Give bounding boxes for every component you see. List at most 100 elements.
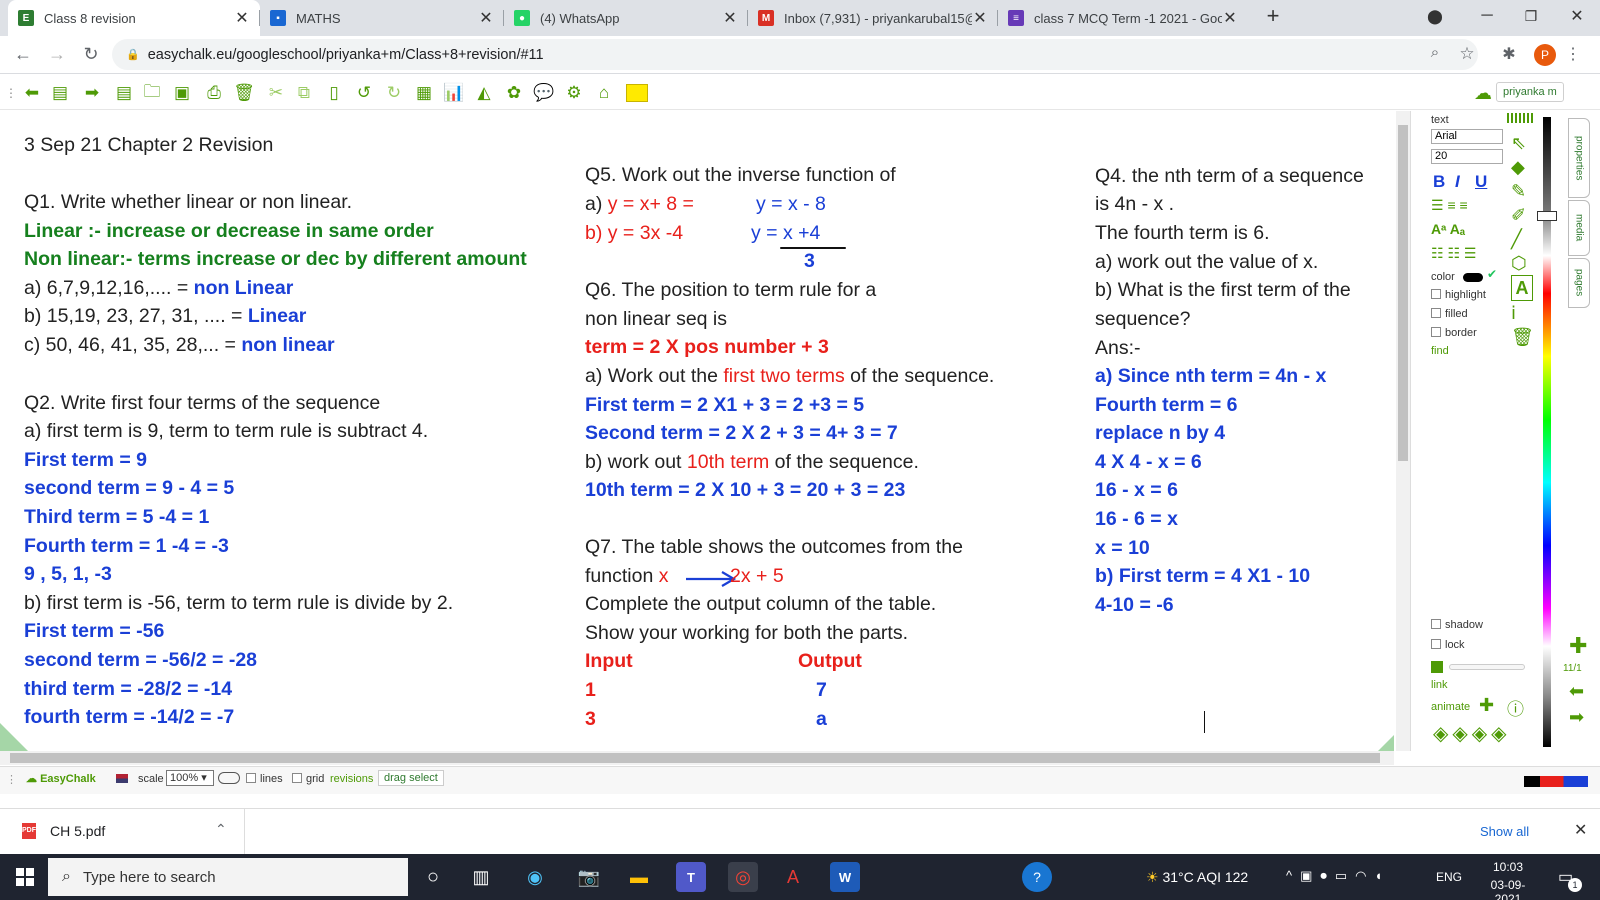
next-page-side-icon[interactable]: ➡ bbox=[1569, 707, 1584, 728]
graph-icon[interactable]: ◭ bbox=[474, 83, 494, 103]
pages-tab[interactable]: pages bbox=[1568, 258, 1590, 308]
shape-tool-icon[interactable]: ⬡ bbox=[1511, 251, 1534, 275]
zoom-icon[interactable]: ⌕ bbox=[1424, 44, 1446, 61]
cortana-icon[interactable]: ○ bbox=[418, 862, 448, 892]
present-icon[interactable]: ⌂ bbox=[594, 83, 614, 103]
teams-icon[interactable]: T bbox=[676, 862, 706, 892]
line-tool-icon[interactable]: ╱ bbox=[1511, 227, 1534, 251]
language-flag-icon[interactable] bbox=[116, 774, 128, 783]
comment-icon[interactable]: 💬 bbox=[533, 83, 554, 103]
filled-option[interactable]: filled bbox=[1431, 308, 1468, 320]
taskbar-search-box[interactable]: ⌕ Type here to search bbox=[48, 858, 408, 896]
scale-select[interactable]: 100% ▾ bbox=[166, 770, 214, 786]
browser-tab[interactable]: E Class 8 revision ✕ bbox=[8, 0, 260, 36]
color-swatch[interactable] bbox=[1463, 273, 1483, 282]
select-arrow-icon[interactable]: ⇖ bbox=[1511, 131, 1534, 155]
color-palette-strip[interactable] bbox=[1524, 776, 1588, 787]
toggle-switch[interactable] bbox=[218, 772, 240, 784]
add-page-icon[interactable]: ✚ bbox=[1569, 633, 1587, 659]
copy-icon[interactable]: ⧉ bbox=[294, 83, 314, 103]
browser-tab[interactable]: ▪ MATHS ✕ bbox=[260, 0, 504, 36]
animate-add-icon[interactable]: ✚ bbox=[1479, 695, 1494, 716]
profile-avatar[interactable]: P bbox=[1534, 44, 1556, 66]
show-all-downloads-button[interactable]: Show all bbox=[1480, 824, 1529, 839]
pen-icon[interactable]: ✎ bbox=[1511, 179, 1534, 203]
marker-icon[interactable]: ✐ bbox=[1511, 203, 1534, 227]
highlight-option[interactable]: highlight bbox=[1431, 289, 1486, 301]
help-icon[interactable]: ? bbox=[1022, 862, 1052, 892]
toolbar-grip-icon[interactable]: ⋮ bbox=[5, 83, 17, 103]
close-tab-icon[interactable]: ✕ bbox=[722, 8, 738, 28]
task-view-icon[interactable]: ▥ bbox=[466, 862, 496, 892]
acrobat-icon[interactable]: A bbox=[778, 862, 808, 892]
vertical-scroll-thumb[interactable] bbox=[1398, 125, 1408, 461]
maximize-button[interactable]: ❐ bbox=[1508, 0, 1554, 32]
next-page-icon[interactable]: ➡ bbox=[82, 83, 102, 103]
clock[interactable]: 10:03 03-09-2021 bbox=[1478, 860, 1538, 900]
new-page-icon[interactable]: ▤ bbox=[114, 83, 134, 103]
panel-grip-icon[interactable] bbox=[1507, 113, 1535, 123]
undo-icon[interactable]: ↺ bbox=[354, 83, 374, 103]
page-corner-left[interactable] bbox=[0, 723, 28, 751]
revisions-link[interactable]: revisions bbox=[330, 773, 373, 785]
font-size-field[interactable]: 20 bbox=[1431, 149, 1503, 164]
browser-tab[interactable]: ≡ class 7 MCQ Term -1 2021 - Goo ✕ bbox=[998, 0, 1248, 36]
text-tool-icon[interactable]: A bbox=[1511, 275, 1533, 301]
border-option[interactable]: border bbox=[1431, 327, 1477, 339]
link-option[interactable]: link bbox=[1431, 679, 1448, 691]
file-explorer-icon[interactable]: ▬ bbox=[624, 862, 654, 892]
camera-app-icon[interactable]: 📷 bbox=[574, 862, 604, 892]
canvas-horizontal-scrollbar[interactable] bbox=[0, 751, 1394, 765]
canvas-vertical-scrollbar[interactable] bbox=[1396, 111, 1410, 751]
download-file-name[interactable]: CH 5.pdf bbox=[50, 823, 105, 839]
bookmark-star-icon[interactable]: ☆ bbox=[1456, 44, 1478, 64]
align-buttons-icon[interactable]: ☰ ≡ ≡ bbox=[1431, 197, 1468, 214]
trash-tool-icon[interactable]: 🗑 bbox=[1511, 325, 1534, 349]
whiteboard-canvas[interactable]: 3 Sep 21 Chapter 2 Revision Q1. Write whe… bbox=[0, 111, 1394, 751]
chart-icon[interactable]: 📊 bbox=[443, 83, 464, 103]
reload-icon[interactable]: ↻ bbox=[80, 44, 102, 65]
close-window-button[interactable]: ✕ bbox=[1554, 0, 1600, 32]
language-indicator[interactable]: ENG bbox=[1436, 870, 1462, 884]
prev-page-side-icon[interactable]: ⬅ bbox=[1569, 681, 1584, 702]
lines-option[interactable]: lines bbox=[246, 773, 283, 785]
paste-icon[interactable]: ▯ bbox=[324, 83, 344, 103]
user-label[interactable]: priyanka m bbox=[1496, 82, 1564, 102]
statusbar-grip-icon[interactable]: ⋮ bbox=[6, 773, 17, 786]
weather-widget[interactable]: ☀ 31°C AQI 122 bbox=[1146, 869, 1248, 886]
text-edit-icon[interactable]: ⅰ bbox=[1511, 301, 1534, 325]
animate-option[interactable]: animate bbox=[1431, 701, 1470, 713]
drag-select-button[interactable]: drag select bbox=[378, 770, 444, 786]
delete-icon[interactable]: 🗑 bbox=[233, 83, 255, 103]
forward-icon[interactable]: → bbox=[46, 44, 68, 65]
page-list-icon[interactable]: ▤ bbox=[50, 83, 70, 103]
close-tab-icon[interactable]: ✕ bbox=[234, 8, 250, 28]
back-icon[interactable]: ← bbox=[12, 44, 34, 65]
windows-start-icon[interactable] bbox=[16, 868, 34, 886]
media-tab[interactable]: media bbox=[1568, 200, 1590, 256]
list-buttons-icon[interactable]: ☷ ☷ ☰ bbox=[1431, 245, 1476, 262]
chrome-icon[interactable]: ◎ bbox=[728, 862, 758, 892]
table-icon[interactable]: ▦ bbox=[414, 83, 434, 103]
tab-search-icon[interactable]: ⬤ bbox=[1412, 0, 1458, 32]
url-field[interactable]: 🔒 easychalk.eu/googleschool/priyanka+m/C… bbox=[112, 39, 1478, 70]
new-tab-button[interactable]: + bbox=[1250, 0, 1296, 32]
opacity-slider[interactable] bbox=[1449, 664, 1525, 670]
italic-button[interactable]: I bbox=[1455, 172, 1460, 192]
lock-option[interactable]: lock bbox=[1431, 639, 1465, 651]
extensions-icon[interactable]: ✱ bbox=[1498, 44, 1520, 64]
shadow-option[interactable]: shadow bbox=[1431, 619, 1483, 631]
system-tray-icons[interactable]: ^▣⏺▭◠◖ bbox=[1286, 868, 1390, 884]
browser-tab[interactable]: ● (4) WhatsApp ✕ bbox=[504, 0, 748, 36]
close-tab-icon[interactable]: ✕ bbox=[972, 8, 988, 28]
redo-icon[interactable]: ↻ bbox=[384, 83, 404, 103]
cloud-sync-icon[interactable]: ☁ bbox=[1470, 83, 1496, 103]
underline-button[interactable]: U bbox=[1475, 172, 1487, 192]
edge-browser-icon[interactable]: ◉ bbox=[520, 862, 550, 892]
highlighter-icon[interactable] bbox=[626, 84, 648, 102]
close-downloads-icon[interactable]: ✕ bbox=[1574, 820, 1587, 840]
prev-page-icon[interactable]: ⬅ bbox=[22, 83, 42, 103]
grid-option[interactable]: grid bbox=[292, 773, 324, 785]
word-icon[interactable]: W bbox=[830, 862, 860, 892]
font-size-adjust-icon[interactable]: Aᵃ Aₐ bbox=[1431, 221, 1465, 237]
